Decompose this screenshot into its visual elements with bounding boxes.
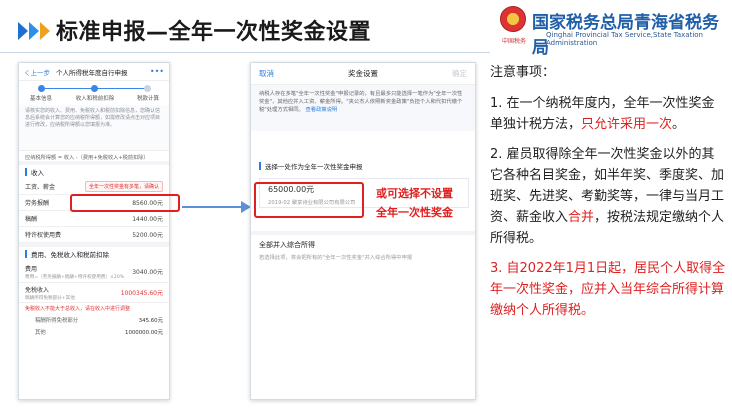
exempt-detail-row: 稿酬所得免税部分 345.60元 <box>19 314 169 326</box>
option2-title: 全部并入综合所得 <box>259 241 315 249</box>
taxable-formula: 应纳税所得额 = 收入 -（费用+免税收入+税前扣除） <box>19 151 169 165</box>
annotation-note: 或可选择不设置 全年一次性奖金 <box>376 184 476 222</box>
wage-highlight-box <box>70 194 180 212</box>
exempt-sub: 稿酬所得免税部分+其他 <box>25 295 75 301</box>
exempt-warning: 免税收入不能大于总收入，请在收入中进行调整 <box>25 306 131 312</box>
confirm-button[interactable]: 确定 <box>452 68 467 79</box>
phone1-title: 个人所得税年度自行申报 <box>56 68 128 77</box>
fee-row[interactable]: 费用 费用=（劳务报酬+稿酬+特许权使用费）×20% 3040.00元 <box>19 261 169 283</box>
option-merge-all[interactable]: 全部并入综合所得 若选择此项，将会把所有的"全年一次性奖金"并入综合所得中申报 <box>251 231 475 265</box>
exempt-detail-row: 其他 1000000.00元 <box>19 326 169 338</box>
bonus-record-highlight-box <box>254 182 364 218</box>
exempt-detail-value: 345.60元 <box>138 318 163 324</box>
wage-row[interactable]: 工资、薪金 全年一次性奖金有多笔，请确认 <box>19 179 169 195</box>
exempt-label-group: 免税收入 稿酬所得免税部分+其他 <box>25 285 75 301</box>
annotation-line-2: 全年一次性奖金 <box>376 206 453 219</box>
step-label-3: 税款计算 <box>136 96 160 102</box>
logo-seal-text: 中国税务 <box>502 38 527 45</box>
income-section-header: 收入 <box>19 165 169 179</box>
note-item-3: 3. 自2022年1月1日起，居民个人取得全年一次性奖金，应并入当年综合所得计算… <box>490 261 726 318</box>
note1-end: 。 <box>672 117 686 132</box>
cancel-button[interactable]: 取消 <box>259 68 274 79</box>
policy-link[interactable]: 查看政策说明 <box>306 107 338 113</box>
deduction-section-header: 费用、免税收入和税前扣除 <box>19 247 169 261</box>
income-row-label: 稿酬 <box>25 216 38 223</box>
exempt-detail-value: 1000000.00元 <box>125 330 163 336</box>
deduction-section-title: 费用、免税收入和税前扣除 <box>31 251 109 259</box>
slide-title: 标准申报—全年一次性奖金设置 <box>56 20 372 45</box>
exempt-detail-label: 其他 <box>35 330 46 336</box>
notes-heading: 注意事项： <box>490 65 556 80</box>
bonus-policy-text: 纳税人存在多笔"全年一次性奖金"申报记录的，有且最多只能选择一笔作为"全年一次性… <box>259 91 463 113</box>
income-row-label: 特许权使用费 <box>25 232 62 239</box>
step-dot-1 <box>38 85 45 92</box>
step-label-1: 基本信息 <box>29 96 53 102</box>
exempt-detail-label: 稿酬所得免税部分 <box>35 318 79 324</box>
step-label-2: 收入和税前扣除 <box>75 96 115 102</box>
income-row-value: 5200.00元 <box>132 232 163 239</box>
step-dot-2 <box>91 85 98 92</box>
fee-value: 3040.00元 <box>132 269 163 276</box>
back-button[interactable]: く上一步 <box>24 67 50 77</box>
phone-screenshot-bonus-settings: 取消 奖金设置 确定 纳税人存在多笔"全年一次性奖金"申报记录的，有且最多只能选… <box>250 62 476 400</box>
phone2-navbar: 取消 奖金设置 确定 <box>251 63 475 85</box>
annotation-line-1: 或可选择不设置 <box>376 187 453 200</box>
note-item-1: 1. 在一个纳税年度内，全年一次性奖金单独计税方法，只允许采用一次。 <box>490 93 726 135</box>
note-item-2: 2. 雇员取得除全年一次性奖金以外的其它各种名目奖金，如半年奖、季度奖、加班奖、… <box>490 144 726 249</box>
option1-title: 选择一处作为全年一次性奖金申报 <box>265 163 363 171</box>
option2-sub: 若选择此项，将会把所有的"全年一次性奖金"并入综合所得中申报 <box>259 255 413 261</box>
income-row-label: 劳务报酬 <box>25 200 50 207</box>
income-row[interactable]: 稿酬 1440.00元 <box>19 211 169 227</box>
exempt-value: 1000345.60元 <box>120 290 163 297</box>
fee-label-group: 费用 费用=（劳务报酬+稿酬+特许权使用费）×20% <box>25 264 124 280</box>
exempt-label: 免税收入 <box>25 286 50 294</box>
note2-emphasis: 合并 <box>568 210 595 225</box>
income-row-value: 1440.00元 <box>132 216 163 223</box>
income-row[interactable]: 特许权使用费 5200.00元 <box>19 227 169 243</box>
more-options-icon[interactable]: ••• <box>150 67 164 76</box>
arrow-right-icon <box>182 206 242 208</box>
phone1-instructions: 请核实您的收入、费用、免税收入和税前扣除信息，您确认信息后系统会计算您的应纳税所… <box>19 105 169 151</box>
step-dot-3 <box>144 85 151 92</box>
phone2-title: 奖金设置 <box>348 69 378 78</box>
fee-label: 费用 <box>25 265 38 273</box>
phone-screenshot-income: く上一步 个人所得税年度自行申报 ••• 基本信息 收入和税前扣除 税款计算 请… <box>18 62 170 400</box>
option1-header: 选择一处作为全年一次性奖金申报 <box>251 155 475 174</box>
header-divider <box>0 52 490 53</box>
title-chevrons-icon <box>18 22 51 40</box>
income-section-title: 收入 <box>31 169 44 177</box>
step-progress: 基本信息 收入和税前扣除 税款计算 <box>19 81 169 105</box>
notes-panel: 注意事项： 1. 在一个纳税年度内，全年一次性奖金单独计税方法，只允许采用一次。… <box>490 62 726 330</box>
tax-emblem-icon <box>500 6 526 32</box>
logo-english-name: Qinghai Provincial Tax Service,State Tax… <box>546 31 703 47</box>
phone1-navbar: く上一步 个人所得税年度自行申报 ••• <box>19 63 169 81</box>
bonus-policy-note: 纳税人存在多笔"全年一次性奖金"申报记录的，有且最多只能选择一笔作为"全年一次性… <box>251 85 475 131</box>
bonus-warning-tag[interactable]: 全年一次性奖金有多笔，请确认 <box>84 181 163 192</box>
exempt-income-row[interactable]: 免税收入 稿酬所得免税部分+其他 1000345.60元 <box>19 283 169 303</box>
fee-formula: 费用=（劳务报酬+稿酬+特许权使用费）×20% <box>25 274 125 280</box>
note1-emphasis: 只允许采用一次 <box>581 117 673 132</box>
wage-label: 工资、薪金 <box>25 184 56 191</box>
